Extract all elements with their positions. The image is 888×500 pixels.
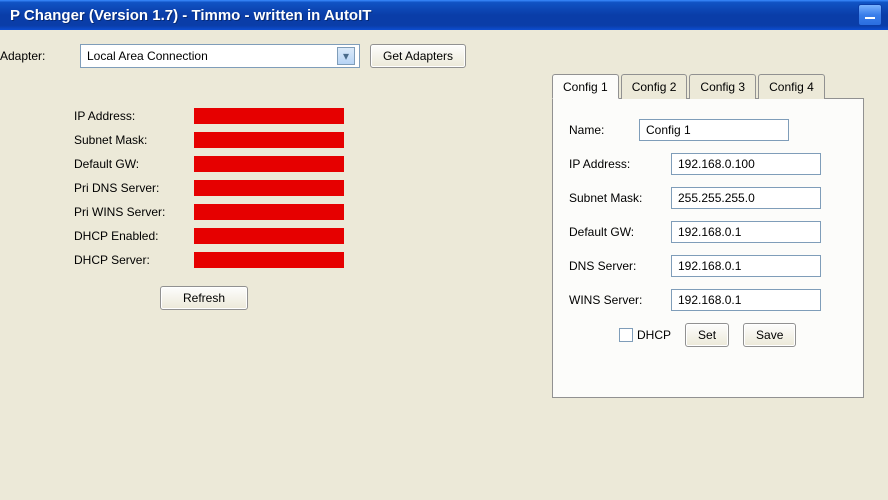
pri-dns-value <box>194 180 344 196</box>
get-adapters-button[interactable]: Get Adapters <box>370 44 466 68</box>
config-name-input[interactable] <box>639 119 789 141</box>
config-subnet-input[interactable] <box>671 187 821 209</box>
tab-config-1[interactable]: Config 1 <box>552 74 619 99</box>
dhcp-enabled-label: DHCP Enabled: <box>74 229 194 243</box>
config-gw-row: Default GW: <box>569 221 847 243</box>
dhcp-server-label: DHCP Server: <box>74 253 194 267</box>
chevron-down-icon: ▾ <box>337 47 355 65</box>
dhcp-enabled-value <box>194 228 344 244</box>
subnet-mask-label: Subnet Mask: <box>74 133 194 147</box>
config-dns-input[interactable] <box>671 255 821 277</box>
config-bottom-row: DHCP Set Save <box>619 323 847 347</box>
config-ip-label: IP Address: <box>569 157 661 171</box>
default-gw-value <box>194 156 344 172</box>
default-gw-label: Default GW: <box>74 157 194 171</box>
dhcp-server-value <box>194 252 344 268</box>
tab-label: Config 4 <box>769 80 814 94</box>
checkbox-icon <box>619 328 633 342</box>
config-subnet-label: Subnet Mask: <box>569 191 661 205</box>
config-wins-label: WINS Server: <box>569 293 661 307</box>
config-ip-row: IP Address: <box>569 153 847 175</box>
adapter-label: Adapter: <box>0 49 70 63</box>
adapter-selected: Local Area Connection <box>87 49 337 63</box>
ip-address-value <box>194 108 344 124</box>
dhcp-checkbox-label: DHCP <box>637 328 671 342</box>
adapter-row: Adapter: Local Area Connection ▾ Get Ada… <box>0 44 876 68</box>
minimize-button[interactable] <box>858 4 882 26</box>
config-dns-label: DNS Server: <box>569 259 661 273</box>
pri-wins-value <box>194 204 344 220</box>
adapter-dropdown[interactable]: Local Area Connection ▾ <box>80 44 360 68</box>
dhcp-checkbox[interactable]: DHCP <box>619 328 671 342</box>
config-name-label: Name: <box>569 123 629 137</box>
config-name-row: Name: <box>569 119 847 141</box>
minimize-icon <box>865 17 875 19</box>
config-subnet-row: Subnet Mask: <box>569 187 847 209</box>
save-button[interactable]: Save <box>743 323 796 347</box>
tab-label: Config 2 <box>632 80 677 94</box>
config-panel: Name: IP Address: Subnet Mask: Default G… <box>552 98 864 398</box>
pri-wins-label: Pri WINS Server: <box>74 205 194 219</box>
window-title: P Changer (Version 1.7) - Timmo - writte… <box>10 7 856 24</box>
set-button[interactable]: Set <box>685 323 729 347</box>
ip-address-label: IP Address: <box>74 109 194 123</box>
config-wins-row: WINS Server: <box>569 289 847 311</box>
tabstrip: Config 1 Config 2 Config 3 Config 4 <box>552 74 864 99</box>
tab-label: Config 1 <box>563 80 608 94</box>
tab-config-2[interactable]: Config 2 <box>621 74 688 99</box>
config-wins-input[interactable] <box>671 289 821 311</box>
tab-config-3[interactable]: Config 3 <box>689 74 756 99</box>
titlebar: P Changer (Version 1.7) - Timmo - writte… <box>0 0 888 30</box>
config-ip-input[interactable] <box>671 153 821 175</box>
config-gw-label: Default GW: <box>569 225 661 239</box>
pri-dns-label: Pri DNS Server: <box>74 181 194 195</box>
config-gw-input[interactable] <box>671 221 821 243</box>
client-area: Adapter: Local Area Connection ▾ Get Ada… <box>0 30 888 500</box>
config-dns-row: DNS Server: <box>569 255 847 277</box>
tab-label: Config 3 <box>700 80 745 94</box>
refresh-button[interactable]: Refresh <box>160 286 248 310</box>
subnet-mask-value <box>194 132 344 148</box>
tab-config-4[interactable]: Config 4 <box>758 74 825 99</box>
config-tabs-area: Config 1 Config 2 Config 3 Config 4 Name… <box>552 74 864 398</box>
